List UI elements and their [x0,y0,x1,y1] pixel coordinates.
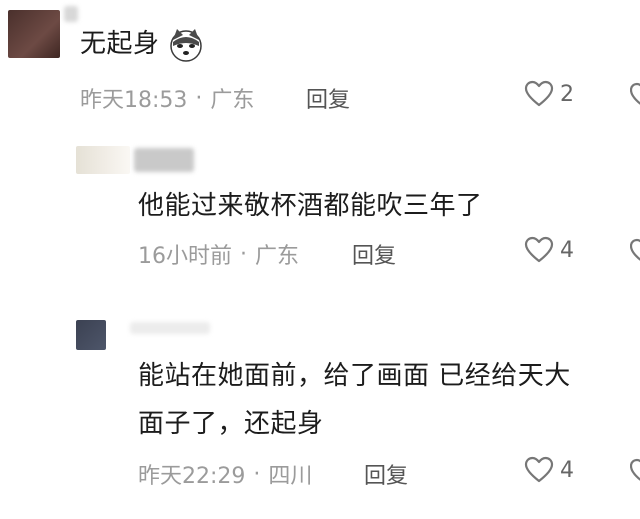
comment-text-line: 无起身 [80,29,160,59]
like-button[interactable]: 4 [524,456,574,484]
comment-location: 广东 [210,88,255,113]
meta-separator: · [195,85,203,111]
comment-text: 能站在她面前，给了画面 已经给天大 面子了，还起身 [138,356,571,444]
like-count: 2 [560,81,574,107]
comment-text: 无起身 [80,24,160,64]
meta-separator: · [253,461,261,487]
reply-button[interactable]: 回复 [364,458,408,490]
heart-icon [524,456,554,483]
comment-text: 他能过来敬杯酒都能吹三年了 [138,186,483,226]
comment-location: 四川 [268,464,313,489]
heart-icon [524,236,554,263]
like-button[interactable]: 4 [524,236,574,264]
comment-time: 昨天18:53 [80,88,188,113]
heart-icon-cropped [630,458,640,481]
reply-button[interactable]: 回复 [352,238,396,270]
like-count: 4 [560,237,574,263]
username-blurred[interactable] [134,148,194,172]
meta-separator: · [240,241,247,267]
username-blurred[interactable] [64,6,78,22]
like-button[interactable]: 2 [524,80,574,108]
comment-meta: 16小时前 · 广东 [138,238,299,270]
heart-icon [524,80,554,107]
avatar[interactable] [76,320,106,350]
comment-text-line: 他能过来敬杯酒都能吹三年了 [138,191,483,221]
comment-location: 广东 [255,244,300,269]
like-count: 4 [560,457,574,483]
username-blurred[interactable] [130,322,210,334]
comment-time: 昨天22:29 [138,464,246,489]
heart-icon-cropped [630,238,640,261]
comment-text-line: 面子了，还起身 [138,409,324,439]
comment-meta: 昨天22:29 · 四川 [138,458,312,490]
comment-meta: 昨天18:53 · 广东 [80,82,254,114]
reply-button[interactable]: 回复 [306,82,350,114]
comment-text-line: 能站在她面前，给了画面 已经给天大 [138,361,571,391]
husky-dog-emoji-icon [170,29,202,62]
comment-time: 16小时前 [138,244,232,269]
avatar[interactable] [8,10,60,58]
heart-icon-cropped [630,82,640,105]
avatar[interactable] [76,146,130,174]
